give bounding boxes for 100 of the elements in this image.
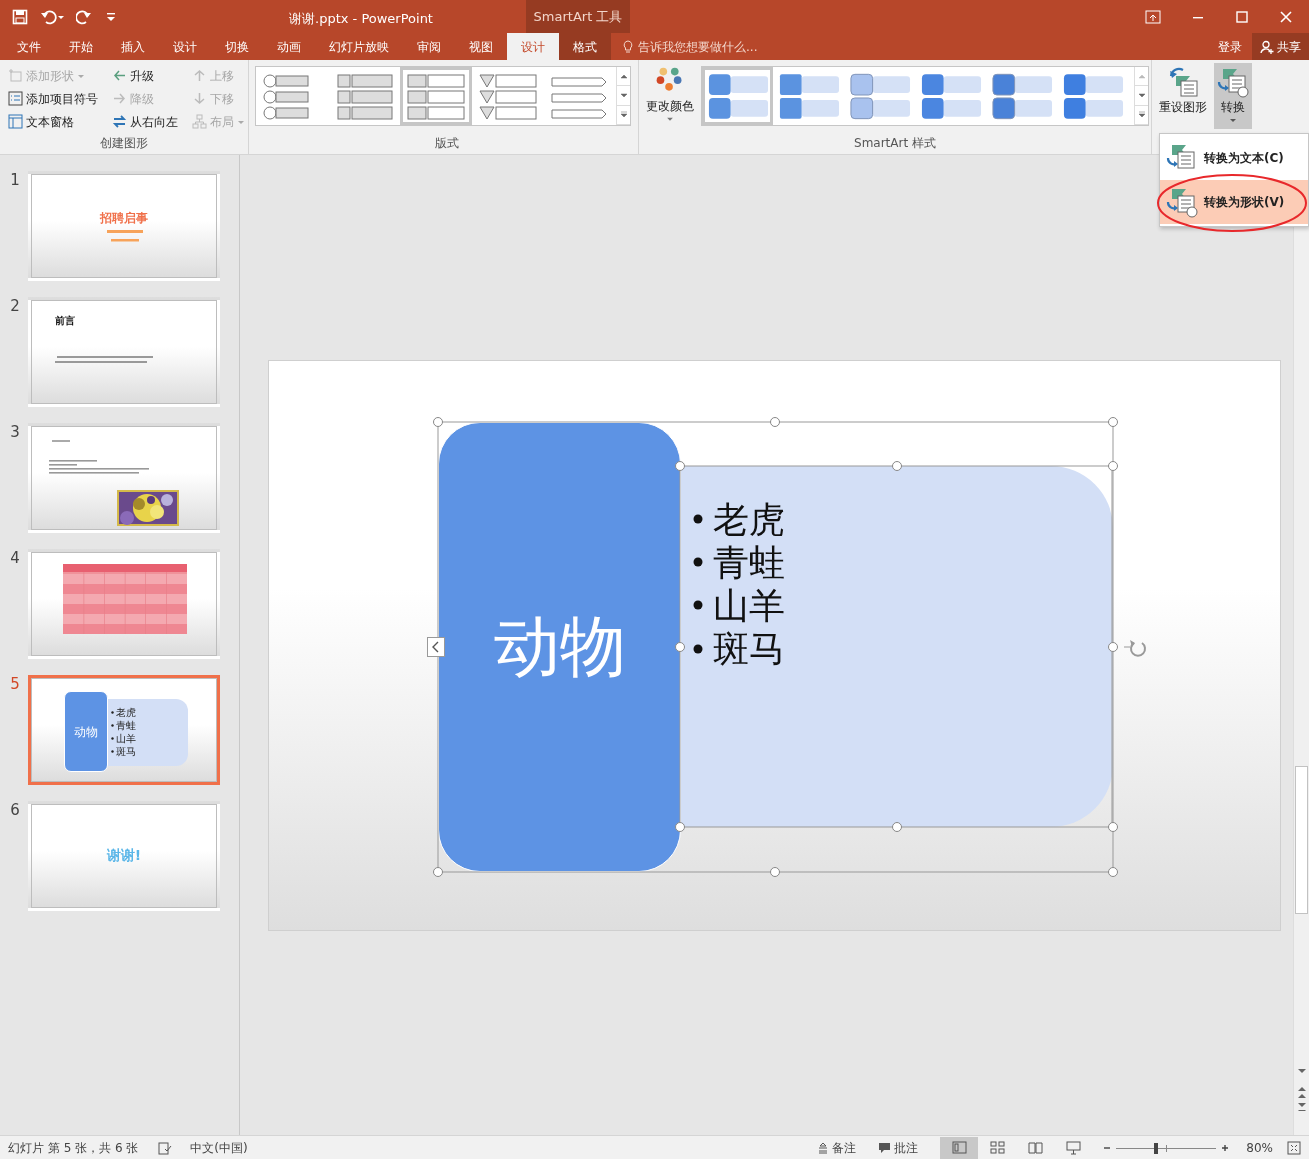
ribbon-tab[interactable]: 切换: [211, 33, 263, 60]
comment-icon: [878, 1141, 892, 1154]
reset-graphic-icon: [1167, 66, 1199, 98]
zoom-in-icon[interactable]: [1220, 1142, 1231, 1153]
fit-to-window-icon[interactable]: [1287, 1140, 1301, 1155]
command-button[interactable]: 添加项目符号: [4, 87, 102, 110]
ribbon-tab[interactable]: 设计: [507, 33, 559, 60]
resize-handle[interactable]: [892, 821, 902, 832]
ribbon-tab[interactable]: 视图: [455, 33, 507, 60]
spell-check-icon[interactable]: [158, 1140, 173, 1155]
resize-handle[interactable]: [675, 460, 685, 471]
slide-title: 招聘启事: [99, 212, 149, 224]
contextual-tab-header: SmartArt 工具: [526, 0, 630, 33]
resize-handle[interactable]: [1108, 866, 1118, 877]
shape-title: 动物: [64, 691, 108, 772]
layout-icon: [192, 114, 207, 129]
resize-handle[interactable]: [433, 866, 443, 877]
list-item: 斑马: [713, 627, 785, 671]
scroll-down-icon[interactable]: [1136, 91, 1147, 100]
slide-number: 3: [9, 425, 21, 443]
resize-handle[interactable]: [892, 460, 902, 471]
resize-handle[interactable]: [1108, 460, 1118, 471]
convert-button[interactable]: 转换: [1214, 63, 1252, 129]
slide-thumbnail[interactable]: 前言: [28, 297, 220, 407]
ribbon-tab[interactable]: 动画: [263, 33, 315, 60]
ribbon-display-icon[interactable]: [1145, 9, 1161, 24]
swap-arrows-icon: [112, 114, 127, 129]
save-icon[interactable]: [12, 8, 28, 25]
slide-number: 2: [9, 299, 21, 317]
group-label: 创建图形: [99, 135, 149, 152]
slide-thumbnail[interactable]: 招聘启事: [28, 171, 220, 281]
scrollbar-thumb[interactable]: [1295, 766, 1308, 914]
language-label: 中文(中国): [190, 1139, 248, 1157]
ribbon-tab[interactable]: 设计: [159, 33, 211, 60]
bullet-icon: [111, 724, 114, 727]
scroll-down-icon[interactable]: [618, 91, 629, 100]
list-item: 山羊: [713, 583, 785, 628]
notes-icon: [817, 1141, 830, 1154]
resize-handle[interactable]: [770, 416, 780, 427]
resize-handle[interactable]: [675, 821, 685, 832]
slide-thumbnail[interactable]: 动物 老虎 青蛙 山羊 斑马: [28, 675, 220, 785]
presenter-screen-icon: [1065, 1140, 1081, 1155]
command-button[interactable]: 文本窗格: [4, 110, 102, 133]
style-option[interactable]: [702, 67, 773, 125]
shape-title: 动物: [438, 421, 681, 872]
notes-button[interactable]: 备注: [813, 1136, 861, 1159]
arrow-right-icon: [112, 91, 127, 106]
resize-handle[interactable]: [770, 866, 780, 877]
change-colors-button[interactable]: 更改颜色: [643, 60, 697, 126]
reset-graphic-button[interactable]: 重设图形: [1156, 63, 1210, 129]
list-item: 斑马: [116, 745, 136, 758]
menu-item[interactable]: 转换为文本(C): [1160, 136, 1308, 180]
zoom-slider[interactable]: [1116, 1140, 1217, 1155]
caret-icon: [1229, 116, 1237, 124]
list-item: 山羊: [116, 732, 136, 745]
comments-button[interactable]: 批注: [874, 1136, 923, 1159]
resize-handle[interactable]: [1108, 416, 1118, 427]
slide-number: 5: [9, 677, 21, 695]
text-pane-icon: [8, 114, 23, 129]
window-title: 谢谢.pptx - PowerPoint: [289, 10, 433, 28]
slide-number: 4: [9, 551, 21, 569]
bullet-icon: [111, 711, 114, 714]
resize-handle[interactable]: [675, 641, 685, 652]
ribbon-tab[interactable]: 审阅: [403, 33, 455, 60]
menu-item[interactable]: 转换为形状(V): [1160, 180, 1308, 224]
slide-thumbnail[interactable]: [28, 423, 220, 533]
redo-icon[interactable]: [76, 8, 92, 25]
ribbon-tab[interactable]: 格式: [559, 33, 611, 60]
ribbon-tab[interactable]: 文件: [3, 33, 55, 60]
convert-to-shape-icon: [1166, 186, 1198, 218]
resize-handle[interactable]: [433, 416, 443, 427]
undo-icon[interactable]: [40, 8, 64, 25]
more-icon[interactable]: [1136, 110, 1147, 120]
slide-thumbnail[interactable]: [28, 549, 220, 659]
more-icon[interactable]: [618, 110, 629, 120]
arrow-up-icon: [192, 68, 207, 83]
arrow-left-icon: [112, 68, 127, 83]
arrow-down-icon: [192, 91, 207, 106]
view-button[interactable]: [940, 1136, 979, 1159]
resize-handle[interactable]: [1108, 641, 1118, 652]
bullet-icon: [693, 643, 703, 654]
layout-option[interactable]: [400, 67, 472, 125]
ribbon-tab[interactable]: 开始: [55, 33, 107, 60]
ribbon-tab[interactable]: 幻灯片放映: [315, 33, 403, 60]
share-button[interactable]: 共享: [1252, 33, 1309, 60]
command-button[interactable]: 从右向左: [108, 110, 182, 133]
close-icon[interactable]: [1279, 9, 1293, 24]
list-item: 青蛙: [713, 540, 785, 584]
command-button[interactable]: 升级: [108, 64, 182, 87]
slide-sorter-icon: [989, 1140, 1005, 1155]
sign-in-link[interactable]: 登录: [1208, 33, 1252, 60]
slider-thumb[interactable]: [1154, 1142, 1159, 1154]
zoom-level[interactable]: 80%: [1246, 1138, 1273, 1157]
resize-handle[interactable]: [1108, 821, 1118, 832]
search-field[interactable]: 告诉我您想要做什么...: [636, 36, 796, 57]
person-icon: [1260, 39, 1274, 54]
maximize-icon[interactable]: [1235, 9, 1249, 24]
add-shape-icon: [8, 68, 23, 83]
ribbon-tab[interactable]: 插入: [107, 33, 159, 60]
text-pane-toggle-icon[interactable]: [427, 636, 445, 657]
